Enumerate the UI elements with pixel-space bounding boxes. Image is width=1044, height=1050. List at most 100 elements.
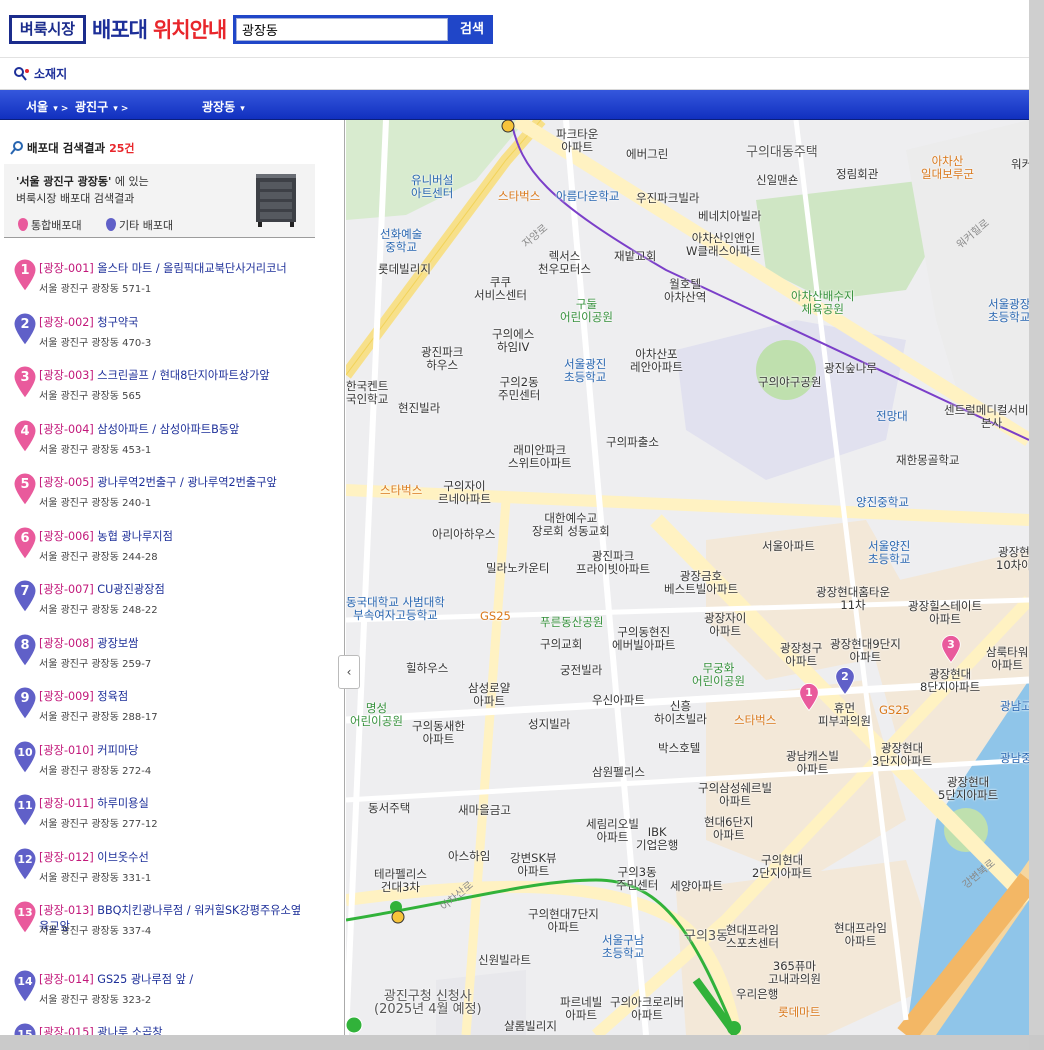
- map-place-label[interactable]: GS25: [879, 704, 910, 717]
- map-place-label[interactable]: 유니버설 아트센터: [411, 174, 453, 200]
- map-place-label[interactable]: 아차산인앤인 W클래스아파트: [686, 232, 761, 258]
- map-place-label[interactable]: 무궁화 어린이공원: [692, 662, 745, 688]
- numbered-pin-icon[interactable]: 1: [12, 258, 38, 292]
- map-place-label[interactable]: 광장현대홈타운 11차: [816, 586, 890, 612]
- map-place-label[interactable]: 구의파출소: [606, 436, 659, 449]
- map-place-label[interactable]: 밀라노카운티: [486, 562, 549, 575]
- map-place-label[interactable]: 힐하우스: [406, 662, 448, 675]
- map-place-label[interactable]: 광장현대9단지 아파트: [830, 638, 901, 664]
- map-place-label[interactable]: 광장현대 3단지아파트: [872, 742, 932, 768]
- result-title-link[interactable]: [광장-008] 광장보쌈: [39, 636, 309, 652]
- map-place-label[interactable]: 구의2동 주민센터: [498, 376, 540, 402]
- map-place-label[interactable]: 우신아파트: [592, 694, 645, 707]
- map-place-label[interactable]: 명성 어린이공원: [350, 702, 403, 728]
- map-place-label[interactable]: 테라펠리스 건대3차: [374, 868, 427, 894]
- scrollbar-bottom[interactable]: [0, 1035, 1044, 1050]
- map-place-label[interactable]: 구의현대 2단지아파트: [752, 854, 812, 880]
- map-place-label[interactable]: 구의에스 하임IV: [492, 328, 534, 354]
- map-place-label[interactable]: 광진파크 프라이빗아파트: [576, 550, 650, 576]
- map-place-label[interactable]: 휴먼 피부과의원: [818, 702, 871, 728]
- map-place-label[interactable]: 서울구남 초등학교: [602, 934, 644, 960]
- map-place-label[interactable]: 래미안파크 스위트아파트: [508, 444, 571, 470]
- map-place-label[interactable]: 아리아하우스: [432, 528, 495, 541]
- map-place-label[interactable]: 구의자이 르네아파트: [438, 480, 491, 506]
- map-place-label[interactable]: 아차산포 레안아파트: [630, 348, 683, 374]
- map-place-label[interactable]: 재한몽골학교: [896, 454, 959, 467]
- map-place-label[interactable]: 파크타운 아파트: [556, 128, 598, 154]
- result-title-link[interactable]: [광장-009] 정육점: [39, 689, 309, 705]
- map-place-label[interactable]: 광진파크 하우스: [421, 346, 463, 372]
- map-place-label[interactable]: 광장금호 베스트빌아파트: [664, 570, 738, 596]
- map-place-label[interactable]: 서울광장 초등학교: [988, 298, 1029, 324]
- map-place-label[interactable]: 전망대: [876, 410, 908, 423]
- result-title-link[interactable]: [광장-001] 올스타 마트 / 올림픽대교북단사거리코너: [39, 261, 309, 277]
- collapse-panel-button[interactable]: ‹: [338, 655, 360, 689]
- numbered-pin-icon[interactable]: 7: [12, 579, 38, 613]
- map-place-label[interactable]: 우리은행: [736, 988, 778, 1001]
- map-place-label[interactable]: 현대6단지 아파트: [704, 816, 754, 842]
- map-place-label[interactable]: 아차산 일대보루군: [921, 155, 974, 181]
- numbered-pin-icon[interactable]: 12: [12, 847, 38, 881]
- nav-district-select[interactable]: 광진구 ▾ >: [75, 98, 128, 115]
- map-place-label[interactable]: 박스호텔: [658, 742, 700, 755]
- map-place-label[interactable]: 광진구청 신청사 (2025년 4월 예정): [374, 990, 482, 1016]
- map-place-label[interactable]: 구의현대7단지 아파트: [528, 908, 599, 934]
- map-place-label[interactable]: 정림회관: [836, 168, 878, 181]
- numbered-pin-icon[interactable]: 4: [12, 419, 38, 453]
- map-place-label[interactable]: 스타벅스: [734, 714, 776, 727]
- map-place-label[interactable]: 에버그린: [626, 148, 668, 161]
- map-place-label[interactable]: 현진빌라: [398, 402, 440, 415]
- map-place-label[interactable]: 대한예수교 장로회 성동교회: [532, 512, 610, 538]
- map-place-label[interactable]: 세림리오빌 아파트: [586, 818, 639, 844]
- map-place-label[interactable]: 워커힐: [1011, 158, 1029, 171]
- map-place-label[interactable]: 월호텔 아차산역: [664, 278, 706, 304]
- search-input[interactable]: [236, 18, 448, 41]
- result-title-link[interactable]: [광장-004] 삼성아파트 / 삼성아파트B동앞: [39, 422, 309, 438]
- map-place-label[interactable]: IBK 기업은행: [636, 826, 678, 852]
- map-place-label[interactable]: 양진중학교: [856, 496, 909, 509]
- map-place-label[interactable]: 365퓨마 고내과의원: [768, 960, 821, 986]
- scrollbar-right[interactable]: [1029, 0, 1044, 1050]
- map-place-label[interactable]: 광장현대 5단지아파트: [938, 776, 998, 802]
- map-place-label[interactable]: 구둘 어린이공원: [560, 298, 613, 324]
- map-place-label[interactable]: 현대프라임 스포츠센터: [726, 924, 779, 950]
- map-place-label[interactable]: 구의아크로리버 아파트: [610, 996, 684, 1022]
- result-title-link[interactable]: [광장-002] 청구약국: [39, 315, 309, 331]
- nav-dong-select[interactable]: 광장동 ▾: [202, 98, 245, 115]
- map-place-label[interactable]: 동국대학교 사범대학 부속여자고등학교: [346, 596, 445, 622]
- result-title-link[interactable]: [광장-010] 커피마당: [39, 743, 309, 759]
- map-place-label[interactable]: 서울아파트: [762, 540, 815, 553]
- result-title-link[interactable]: [광장-005] 광나루역2번출구 / 광나루역2번출구앞: [39, 475, 309, 491]
- map-place-label[interactable]: 삼룩타워 아파트: [986, 646, 1028, 672]
- map-place-label[interactable]: 광남캐스빌 아파트: [786, 750, 839, 776]
- map-place-label[interactable]: 구의3동: [684, 930, 728, 943]
- numbered-pin-icon[interactable]: 6: [12, 526, 38, 560]
- result-title-link[interactable]: [광장-012] 이브옷수선: [39, 850, 309, 866]
- map-place-label[interactable]: 구의대동주택: [746, 146, 818, 159]
- map-place-label[interactable]: 광장현대10차아파: [996, 546, 1029, 572]
- logo[interactable]: 벼룩시장: [9, 15, 86, 44]
- map-marker-pin[interactable]: 2: [834, 666, 856, 696]
- map-place-label[interactable]: 쿠쿠 서비스센터: [474, 276, 527, 302]
- map-place-label[interactable]: 베네치아빌라: [698, 210, 761, 223]
- map-place-label[interactable]: 동서주택: [368, 802, 410, 815]
- map-place-label[interactable]: 롯데마트: [778, 1006, 820, 1019]
- map-place-label[interactable]: 새마을금고: [458, 804, 511, 817]
- map-place-label[interactable]: 강변SK뷰 아파트: [510, 852, 557, 878]
- map-place-label[interactable]: 구의교회: [540, 638, 582, 651]
- map-view[interactable]: 파크타운아파트에버그린 구의대동주택신일맨숀 정림회관 아차산일대보루군 워커힐유니버설…: [346, 120, 1029, 1035]
- result-title-link[interactable]: [광장-003] 스크린골프 / 현대8단지아파트상가앞: [39, 368, 309, 384]
- map-place-label[interactable]: GS25: [480, 610, 511, 623]
- map-place-label[interactable]: 궁전빌라: [560, 664, 602, 677]
- numbered-pin-icon[interactable]: 11: [12, 793, 38, 827]
- result-title-link[interactable]: [광장-011] 하루미용실: [39, 796, 309, 812]
- numbered-pin-icon[interactable]: 10: [12, 740, 38, 774]
- map-place-label[interactable]: 현대프라임 아파트: [834, 922, 887, 948]
- map-place-label[interactable]: 우진파크빌라: [636, 192, 699, 205]
- map-marker-pin[interactable]: 1: [798, 682, 820, 712]
- map-marker-pin[interactable]: 3: [940, 634, 962, 664]
- map-place-label[interactable]: 신원빌라트: [478, 954, 531, 967]
- map-place-label[interactable]: 광남중학: [1000, 752, 1029, 765]
- map-place-label[interactable]: 스타벅스: [498, 190, 540, 203]
- map-place-label[interactable]: 센트럴메디컬서비스본사: [944, 404, 1029, 430]
